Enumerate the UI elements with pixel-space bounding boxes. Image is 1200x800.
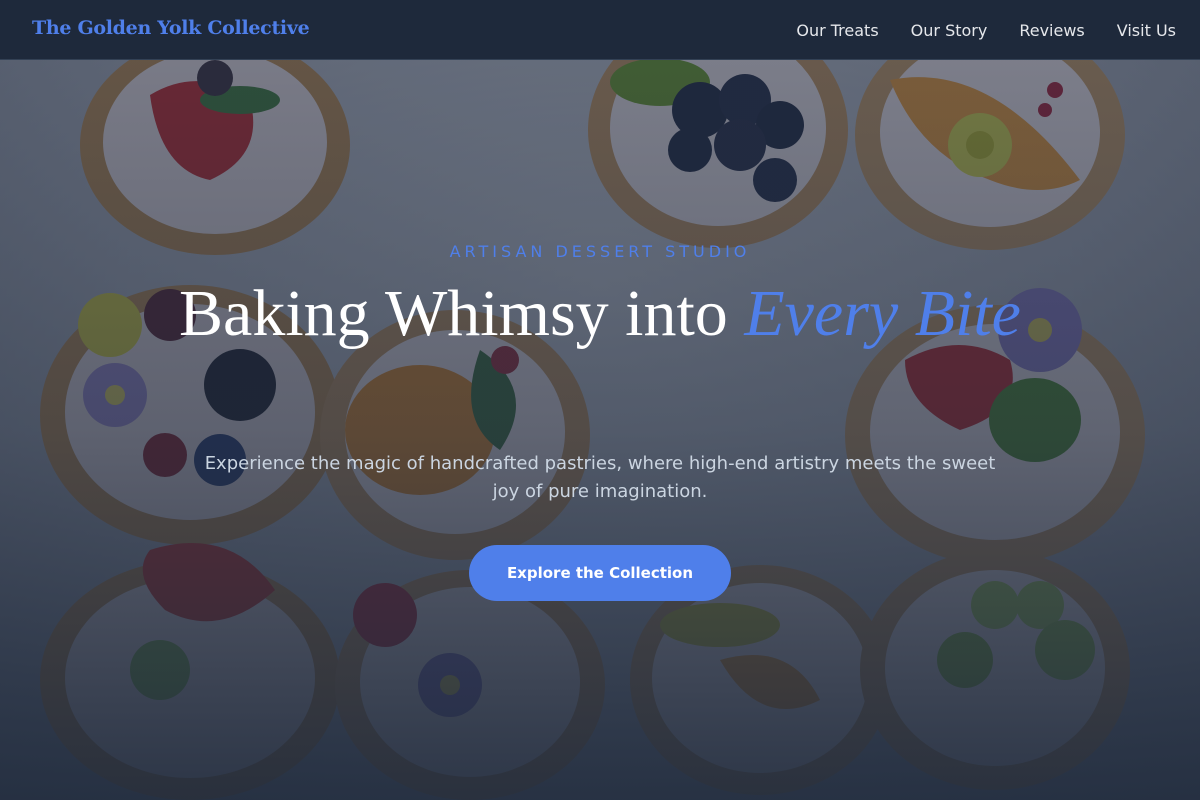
explore-collection-button[interactable]: Explore the Collection	[469, 545, 731, 601]
hero-section: ARTISAN DESSERT STUDIO Baking Whimsy int…	[0, 60, 1200, 800]
nav-link-reviews[interactable]: Reviews	[1019, 21, 1084, 40]
hero-title-main: Baking Whimsy into	[179, 277, 745, 350]
hero-title-accent: Every Bite	[744, 277, 1021, 350]
brand-logo[interactable]: The Golden Yolk Collective	[32, 17, 310, 39]
hero-content: ARTISAN DESSERT STUDIO Baking Whimsy int…	[0, 60, 1200, 800]
hero-title: Baking Whimsy into Every Bite	[100, 278, 1100, 350]
site-header: The Golden Yolk Collective Our Treats Ou…	[0, 0, 1200, 60]
nav-link-our-treats[interactable]: Our Treats	[796, 21, 878, 40]
hero-subtitle: Experience the magic of handcrafted past…	[204, 453, 996, 502]
hero-eyebrow: ARTISAN DESSERT STUDIO	[449, 242, 751, 261]
nav-link-visit-us[interactable]: Visit Us	[1117, 21, 1176, 40]
nav-link-our-story[interactable]: Our Story	[911, 21, 988, 40]
main-nav: Our Treats Our Story Reviews Visit Us	[796, 0, 1176, 60]
